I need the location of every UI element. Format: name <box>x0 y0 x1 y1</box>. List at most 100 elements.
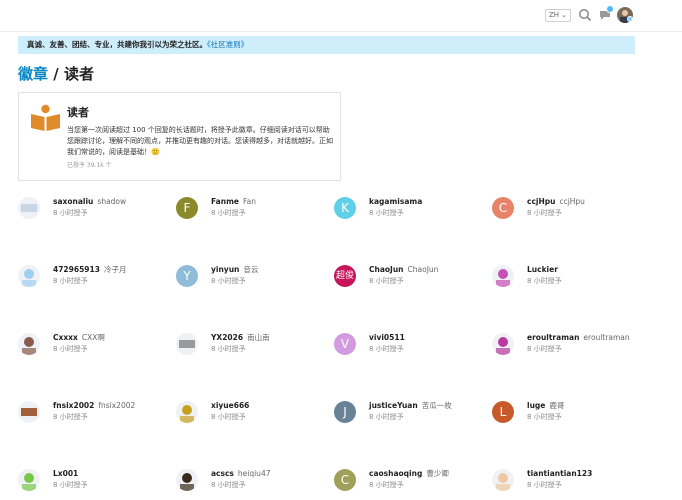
username[interactable]: Lx001 <box>53 469 78 478</box>
user-item[interactable]: Ccaoshaoqing 曹少卿 8 小时授予 <box>334 469 492 497</box>
user-avatar[interactable]: J <box>334 401 356 423</box>
user-item[interactable]: 超俊 ChaoJun ChaoJun 8 小时授予 <box>334 265 492 293</box>
granted-time: 8 小时授予 <box>369 413 404 421</box>
user-avatar[interactable] <box>18 197 40 219</box>
username[interactable]: kagamisama <box>369 197 422 206</box>
granted-time: 8 小时授予 <box>527 277 562 285</box>
user-names: vivi0511 <box>369 333 405 343</box>
display-name: eroultraman <box>583 333 630 342</box>
user-names: yinyun 音云 <box>211 265 258 275</box>
user-item[interactable]: fnsix2002 fnsix2002 8 小时授予 <box>18 401 176 429</box>
user-avatar[interactable] <box>176 401 198 423</box>
granted-time: 8 小时授予 <box>369 481 404 489</box>
user-names: fnsix2002 fnsix2002 <box>53 401 135 411</box>
granted-time: 8 小时授予 <box>369 345 404 353</box>
user-names: luge 鹿哥 <box>527 401 564 411</box>
display-name: shadow <box>97 197 127 206</box>
username[interactable]: justiceYuan <box>369 401 418 410</box>
user-names: saxonaliu shadow <box>53 197 126 207</box>
user-names: Fanme Fan <box>211 197 256 207</box>
user-item[interactable]: JjusticeYuan 苦瓜一枚 8 小时授予 <box>334 401 492 429</box>
user-item[interactable]: Vvivi0511 8 小时授予 <box>334 333 492 361</box>
username[interactable]: Cxxxx <box>53 333 78 342</box>
granted-time: 8 小时授予 <box>527 209 562 217</box>
granted-time: 8 小时授予 <box>211 413 246 421</box>
user-names: 472965913 冷子月 <box>53 265 126 275</box>
username[interactable]: 472965913 <box>53 265 100 274</box>
granted-time: 8 小时授予 <box>53 277 88 285</box>
user-avatar[interactable] <box>492 333 514 355</box>
granted-time: 8 小时授予 <box>211 345 246 353</box>
user-names: acscs heiqiu47 <box>211 469 270 479</box>
display-name: 鹿哥 <box>549 401 565 410</box>
user-item[interactable]: tiantiantian123 8 小时授予 <box>492 469 650 497</box>
username[interactable]: ChaoJun <box>369 265 404 274</box>
user-item[interactable]: Kkagamisama 8 小时授予 <box>334 197 492 225</box>
username[interactable]: vivi0511 <box>369 333 405 342</box>
user-item[interactable]: eroultraman eroultraman 8 小时授予 <box>492 333 650 361</box>
username[interactable]: xiyue666 <box>211 401 249 410</box>
display-name: ccjHpu <box>559 197 585 206</box>
username[interactable]: acscs <box>211 469 234 478</box>
display-name: CXX啊 <box>81 333 105 342</box>
user-avatar[interactable] <box>18 401 40 423</box>
user-item[interactable]: F Fanme Fan 8 小时授予 <box>176 197 334 225</box>
username[interactable]: Luckier <box>527 265 558 274</box>
user-names: ccjHpu ccjHpu <box>527 197 585 207</box>
username[interactable]: yinyun <box>211 265 239 274</box>
username[interactable]: Fanme <box>211 197 239 206</box>
username[interactable]: eroultraman <box>527 333 579 342</box>
granted-time: 8 小时授予 <box>211 209 246 217</box>
granted-time: 8 小时授予 <box>53 413 88 421</box>
user-item[interactable]: CccjHpu ccjHpu 8 小时授予 <box>492 197 650 225</box>
user-item[interactable]: 472965913 冷子月 8 小时授予 <box>18 265 176 293</box>
username[interactable]: saxonaliu <box>53 197 93 206</box>
user-avatar[interactable] <box>492 469 514 491</box>
user-item[interactable]: Yyinyun 音云 8 小时授予 <box>176 265 334 293</box>
user-avatar[interactable]: Y <box>176 265 198 287</box>
display-name: 冷子月 <box>103 265 127 274</box>
user-names: justiceYuan 苦瓜一枚 <box>369 401 452 411</box>
display-name: heiqiu47 <box>237 469 271 478</box>
user-avatar[interactable] <box>18 265 40 287</box>
user-avatar[interactable] <box>176 469 198 491</box>
granted-time: 8 小时授予 <box>211 277 246 285</box>
user-item[interactable]: saxonaliu shadow 8 小时授予 <box>18 197 176 225</box>
username[interactable]: caoshaoqing <box>369 469 422 478</box>
user-avatar[interactable] <box>18 469 40 491</box>
username[interactable]: YX2026 <box>211 333 243 342</box>
username[interactable]: luge <box>527 401 545 410</box>
user-item[interactable]: Lx001 8 小时授予 <box>18 469 176 497</box>
user-avatar[interactable]: V <box>334 333 356 355</box>
user-item[interactable]: xiyue666 8 小时授予 <box>176 401 334 429</box>
username[interactable]: ccjHpu <box>527 197 555 206</box>
user-item[interactable]: Luckier 8 小时授予 <box>492 265 650 293</box>
user-names: kagamisama <box>369 197 422 207</box>
user-avatar[interactable]: K <box>334 197 356 219</box>
user-avatar[interactable] <box>492 265 514 287</box>
user-avatar[interactable]: C <box>334 469 356 491</box>
user-avatar[interactable] <box>176 333 198 355</box>
granted-time: 8 小时授予 <box>527 413 562 421</box>
granted-time: 8 小时授予 <box>527 481 562 489</box>
user-avatar[interactable]: L <box>492 401 514 423</box>
user-item[interactable]: acscs heiqiu47 8 小时授予 <box>176 469 334 497</box>
username[interactable]: tiantiantian123 <box>527 469 592 478</box>
user-avatar[interactable]: C <box>492 197 514 219</box>
display-name: Fan <box>243 197 256 206</box>
user-avatar[interactable] <box>18 333 40 355</box>
display-name: 苦瓜一枚 <box>421 401 452 410</box>
user-names: Lx001 <box>53 469 78 479</box>
granted-time: 8 小时授予 <box>369 277 404 285</box>
granted-time: 8 小时授予 <box>53 345 88 353</box>
user-names: Luckier <box>527 265 558 275</box>
granted-time: 8 小时授予 <box>53 209 88 217</box>
user-avatar[interactable]: F <box>176 197 198 219</box>
user-item[interactable]: YX2026 南山南 8 小时授予 <box>176 333 334 361</box>
username[interactable]: fnsix2002 <box>53 401 94 410</box>
badge-recipients-grid: saxonaliu shadow 8 小时授予 F Fanme Fan 8 小时授予 Kkag… <box>0 0 682 500</box>
user-names: caoshaoqing 曹少卿 <box>369 469 449 479</box>
user-item[interactable]: Lluge 鹿哥 8 小时授予 <box>492 401 650 429</box>
user-item[interactable]: Cxxxx CXX啊 8 小时授予 <box>18 333 176 361</box>
user-avatar[interactable]: 超俊 <box>334 265 356 287</box>
